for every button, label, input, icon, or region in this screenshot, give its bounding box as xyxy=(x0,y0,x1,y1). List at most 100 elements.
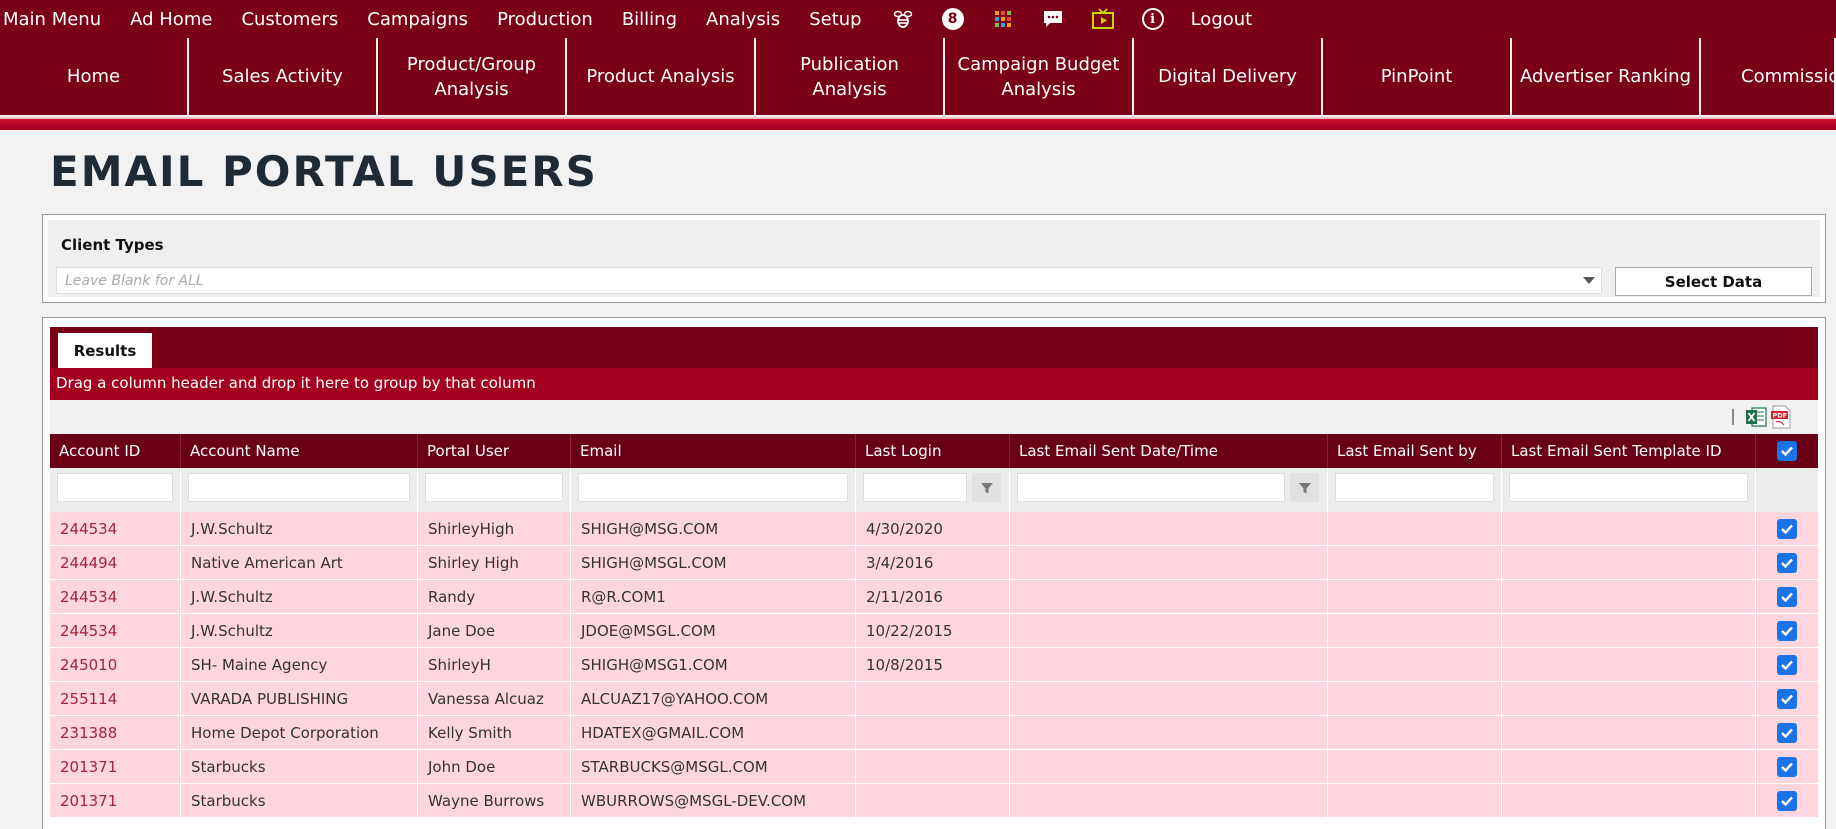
table-row[interactable]: 231388 Home Depot Corporation Kelly Smith H… xyxy=(50,716,1818,750)
cell-account-id[interactable]: 244534 xyxy=(50,580,181,613)
chat-icon[interactable] xyxy=(1041,7,1065,31)
column-header-last-email-sent-by[interactable]: Last Email Sent by xyxy=(1328,434,1502,468)
row-select-checkbox[interactable] xyxy=(1777,621,1797,641)
menu-billing[interactable]: Billing xyxy=(622,9,677,30)
cell-template-id xyxy=(1502,784,1756,817)
cell-account-id[interactable]: 201371 xyxy=(50,784,181,817)
menu-campaigns[interactable]: Campaigns xyxy=(367,9,468,30)
nav-tab-pinpoint[interactable]: PinPoint xyxy=(1323,38,1512,115)
notification-count-icon[interactable]: 8 xyxy=(941,7,965,31)
filter-last-email-sent-input[interactable] xyxy=(1017,473,1285,502)
filter-account-id-input[interactable] xyxy=(57,473,173,502)
table-row[interactable]: 244534 J.W.Schultz Randy R@R.COM1 2/11/2016 xyxy=(50,580,1818,614)
table-row[interactable]: 255114 VARADA PUBLISHING Vanessa Alcuaz ALC… xyxy=(50,682,1818,716)
column-header-last-email-template-id[interactable]: Last Email Sent Template ID xyxy=(1502,434,1756,468)
column-header-portal-user[interactable]: Portal User xyxy=(418,434,571,468)
cell-last-email-sent-by xyxy=(1328,750,1502,783)
menu-production[interactable]: Production xyxy=(497,9,593,30)
table-row[interactable]: 245010 SH- Maine Agency ShirleyH SHIGH@MSG1… xyxy=(50,648,1818,682)
excel-export-icon[interactable] xyxy=(1745,406,1767,432)
chevron-down-icon[interactable] xyxy=(1583,277,1595,284)
cell-account-id[interactable]: 244494 xyxy=(50,546,181,579)
select-all-checkbox[interactable] xyxy=(1777,441,1797,461)
logout-link[interactable]: Logout xyxy=(1191,9,1253,30)
column-header-account-name[interactable]: Account Name xyxy=(181,434,418,468)
nav-tab-campaign-budget-analysis[interactable]: Campaign Budget Analysis xyxy=(945,38,1134,115)
row-select-checkbox[interactable] xyxy=(1777,553,1797,573)
cell-account-id[interactable]: 245010 xyxy=(50,648,181,681)
table-row[interactable]: 244534 J.W.Schultz ShirleyHigh SHIGH@MSG.CO… xyxy=(50,512,1818,546)
row-select-checkbox[interactable] xyxy=(1777,655,1797,675)
row-select-checkbox[interactable] xyxy=(1777,519,1797,539)
cell-email: JDOE@MSGL.COM xyxy=(571,614,856,647)
row-checkbox-cell xyxy=(1756,512,1818,545)
menu-ad-home[interactable]: Ad Home xyxy=(130,9,212,30)
row-select-checkbox[interactable] xyxy=(1777,689,1797,709)
nav-tab-digital-delivery[interactable]: Digital Delivery xyxy=(1134,38,1323,115)
cell-template-id xyxy=(1502,546,1756,579)
table-row[interactable]: 201371 Starbucks John Doe STARBUCKS@MSGL.CO… xyxy=(50,750,1818,784)
row-select-checkbox[interactable] xyxy=(1777,757,1797,777)
cell-account-id[interactable]: 201371 xyxy=(50,750,181,783)
nav-tab-publication-analysis[interactable]: Publication Analysis xyxy=(756,38,945,115)
nav-tab-product-group-analysis[interactable]: Product/Group Analysis xyxy=(378,38,567,115)
bee-icon[interactable] xyxy=(891,7,915,31)
table-row[interactable]: 244494 Native American Art Shirley High SHI… xyxy=(50,546,1818,580)
cell-portal-user: Jane Doe xyxy=(418,614,571,647)
row-checkbox-cell xyxy=(1756,784,1818,817)
menu-setup[interactable]: Setup xyxy=(809,9,861,30)
group-by-drop-zone[interactable]: Drag a column header and drop it here to… xyxy=(50,368,1818,400)
filter-email-input[interactable] xyxy=(578,473,848,502)
column-header-last-email-sent-datetime[interactable]: Last Email Sent Date/Time xyxy=(1010,434,1328,468)
table-row[interactable]: 244534 J.W.Schultz Jane Doe JDOE@MSGL.COM 10… xyxy=(50,614,1818,648)
filter-funnel-icon[interactable] xyxy=(972,473,1001,502)
client-types-dropdown[interactable]: Leave Blank for ALL xyxy=(56,267,1602,294)
column-header-last-login[interactable]: Last Login xyxy=(856,434,1010,468)
cell-account-id[interactable]: 255114 xyxy=(50,682,181,715)
cell-last-email-sent xyxy=(1010,750,1328,783)
filter-funnel-icon[interactable] xyxy=(1290,473,1319,502)
filter-account-name-input[interactable] xyxy=(188,473,410,502)
menu-customers[interactable]: Customers xyxy=(241,9,338,30)
row-select-checkbox[interactable] xyxy=(1777,791,1797,811)
cell-account-id[interactable]: 244534 xyxy=(50,614,181,647)
filter-last-email-sent-by-input[interactable] xyxy=(1335,473,1494,502)
filter-portal-user-input[interactable] xyxy=(425,473,563,502)
cell-account-name: Starbucks xyxy=(181,784,418,817)
row-select-checkbox[interactable] xyxy=(1777,723,1797,743)
nav-tab-home[interactable]: Home xyxy=(0,38,189,115)
info-icon[interactable]: i xyxy=(1141,7,1165,31)
cell-last-email-sent xyxy=(1010,648,1328,681)
nav-tab-commissions[interactable]: Commissions xyxy=(1701,38,1836,115)
cell-email: ALCUAZ17@YAHOO.COM xyxy=(571,682,856,715)
cell-account-id[interactable]: 244534 xyxy=(50,512,181,545)
results-tabbar: Results xyxy=(50,327,1818,368)
cell-template-id xyxy=(1502,750,1756,783)
client-types-label: Client Types xyxy=(61,236,164,254)
row-checkbox-cell xyxy=(1756,546,1818,579)
column-header-email[interactable]: Email xyxy=(571,434,856,468)
cell-last-login xyxy=(856,784,1010,817)
cell-last-email-sent-by xyxy=(1328,784,1502,817)
nav-tab-product-analysis[interactable]: Product Analysis xyxy=(567,38,756,115)
row-select-checkbox[interactable] xyxy=(1777,587,1797,607)
nav-tab-sales-activity[interactable]: Sales Activity xyxy=(189,38,378,115)
pdf-export-icon[interactable]: PDF xyxy=(1770,405,1792,433)
cell-last-login: 4/30/2020 xyxy=(856,512,1010,545)
row-checkbox-cell xyxy=(1756,648,1818,681)
row-checkbox-cell xyxy=(1756,716,1818,749)
cell-account-id[interactable]: 231388 xyxy=(50,716,181,749)
filter-last-login-input[interactable] xyxy=(863,473,967,502)
menu-analysis[interactable]: Analysis xyxy=(706,9,780,30)
table-row[interactable]: 201371 Starbucks Wayne Burrows WBURROWS@MSG… xyxy=(50,784,1818,818)
nav-tab-advertiser-ranking[interactable]: Advertiser Ranking xyxy=(1512,38,1701,115)
filter-template-id-input[interactable] xyxy=(1509,473,1748,502)
tab-results[interactable]: Results xyxy=(58,333,152,368)
column-header-account-id[interactable]: Account ID xyxy=(50,434,181,468)
cell-last-email-sent xyxy=(1010,580,1328,613)
apps-grid-icon[interactable] xyxy=(991,7,1015,31)
analysis-nav-tabs: Home Sales Activity Product/Group Analys… xyxy=(0,38,1836,130)
select-data-button[interactable]: Select Data xyxy=(1615,267,1812,296)
video-tv-icon[interactable] xyxy=(1091,7,1115,31)
menu-main-menu[interactable]: Main Menu xyxy=(3,9,101,30)
